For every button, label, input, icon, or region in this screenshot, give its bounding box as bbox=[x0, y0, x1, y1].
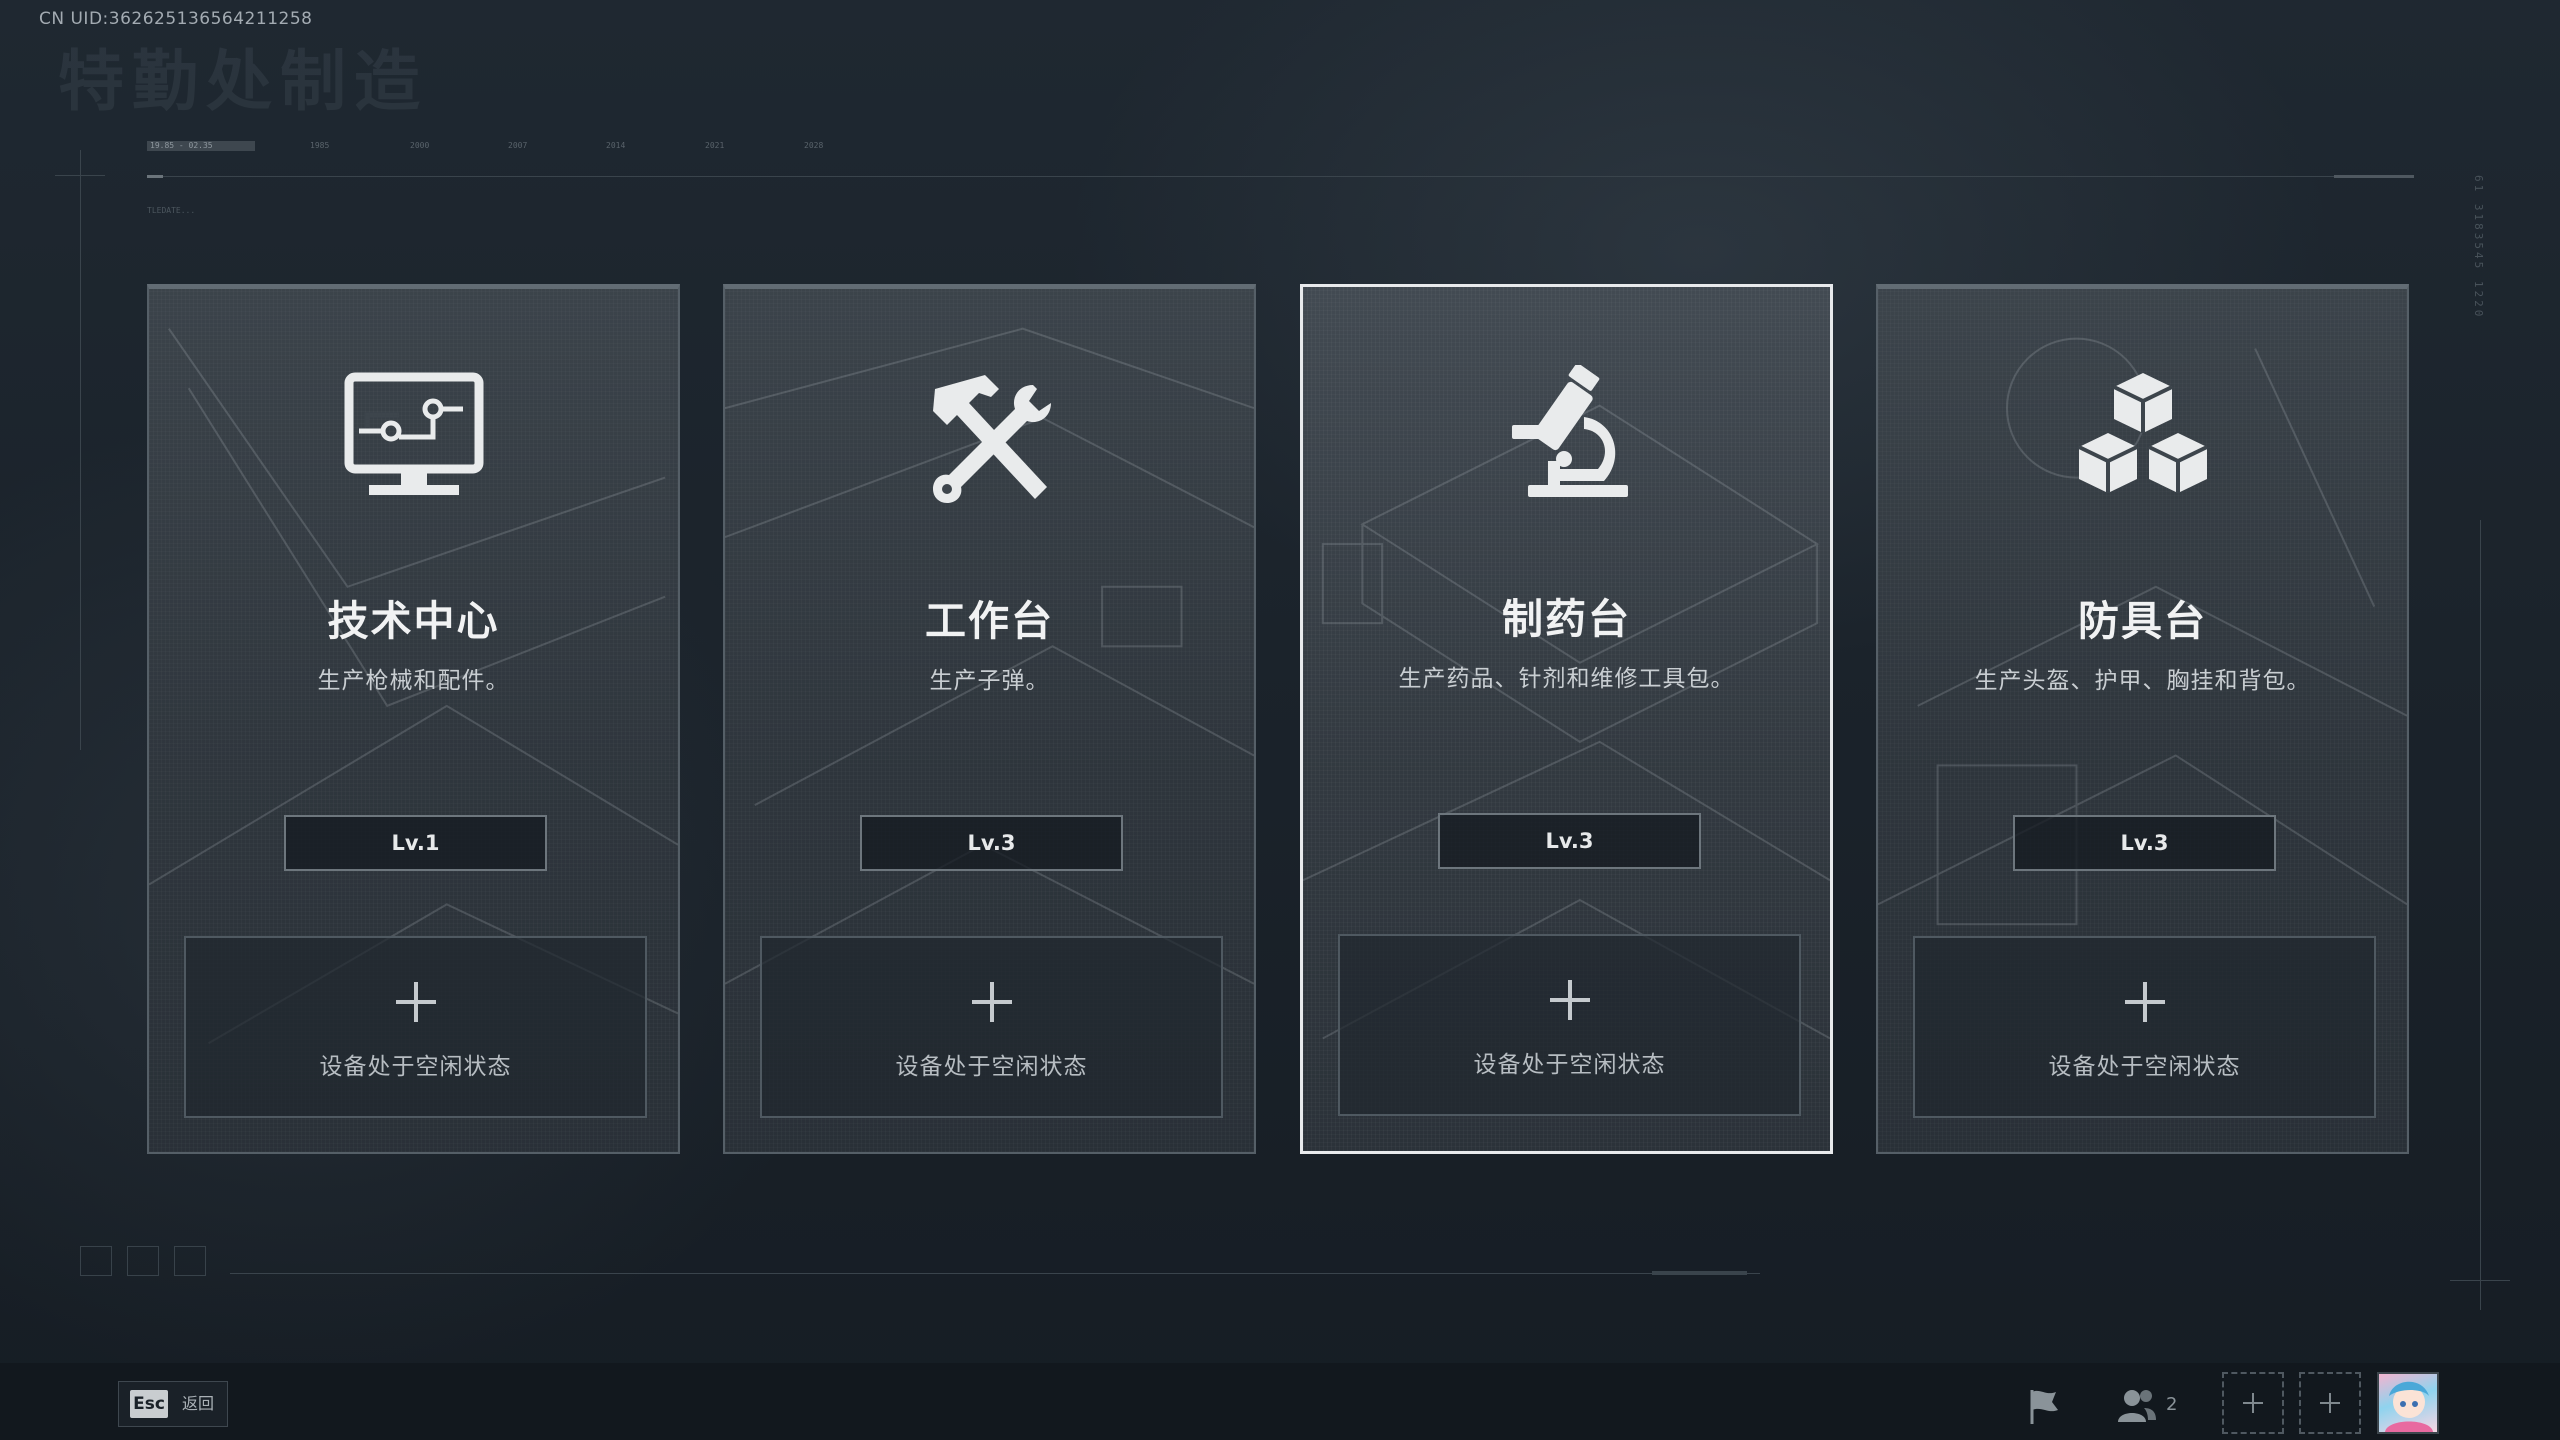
back-label: 返回 bbox=[182, 1394, 215, 1413]
facility-level-badge: Lv.3 bbox=[2013, 815, 2276, 871]
computer-monitor-icon bbox=[344, 372, 483, 495]
invite-slot-button[interactable] bbox=[2222, 1372, 2284, 1434]
team-count: 2 bbox=[2166, 1394, 2178, 1415]
facility-name: 制药台 bbox=[1502, 595, 1631, 643]
back-button[interactable]: Esc 返回 bbox=[118, 1381, 228, 1427]
decor-box bbox=[127, 1246, 159, 1276]
timeline-sub-label: TLEDATE... bbox=[147, 206, 196, 215]
flag-icon[interactable] bbox=[2020, 1382, 2068, 1430]
team-button[interactable]: 2 bbox=[2114, 1382, 2194, 1430]
facility-description: 生产子弹。 bbox=[929, 668, 1050, 694]
timeline-end-marker bbox=[2334, 175, 2414, 178]
production-slot[interactable]: 设备处于空闲状态 bbox=[1338, 934, 1801, 1116]
avatar-image bbox=[2385, 1381, 2433, 1432]
side-serial-code: 61 3183545 1220 bbox=[2472, 175, 2485, 320]
hammer-wrench-icon bbox=[932, 375, 1051, 503]
slot-status: 设备处于空闲状态 bbox=[2048, 1054, 2241, 1080]
facility-description: 生产枪械和配件。 bbox=[317, 668, 510, 694]
background-watermark-title: 特勤处制造 bbox=[58, 43, 428, 120]
timeline-year: 2000 bbox=[410, 141, 430, 150]
production-slot[interactable]: 设备处于空闲状态 bbox=[184, 936, 647, 1118]
facility-name: 工作台 bbox=[925, 597, 1054, 645]
slot-status: 设备处于空闲状态 bbox=[319, 1054, 512, 1080]
add-icon bbox=[395, 982, 436, 1022]
facility-description: 生产药品、针剂和维修工具包。 bbox=[1398, 666, 1735, 692]
add-icon bbox=[1549, 980, 1590, 1020]
right-frame-tick bbox=[2450, 1280, 2510, 1281]
player-uid: CN UID:362625136564211258 bbox=[39, 9, 313, 29]
timeline-year: 2007 bbox=[508, 141, 528, 150]
invite-slot-button[interactable] bbox=[2299, 1372, 2361, 1434]
decor-box bbox=[80, 1246, 112, 1276]
left-frame-tick bbox=[55, 175, 105, 176]
left-frame-line bbox=[80, 150, 81, 750]
add-icon bbox=[2124, 982, 2165, 1022]
slot-status: 设备处于空闲状态 bbox=[1473, 1052, 1666, 1078]
timeline-year: 2021 bbox=[705, 141, 725, 150]
bottom-frame-line bbox=[230, 1273, 1760, 1274]
production-slot[interactable]: 设备处于空闲状态 bbox=[1913, 936, 2376, 1118]
facility-card-pharmacy[interactable]: 制药台 生产药品、针剂和维修工具包。 Lv.3 设备处于空闲状态 bbox=[1300, 284, 1833, 1154]
avatar[interactable] bbox=[2377, 1372, 2439, 1434]
timeline-start-marker bbox=[147, 175, 163, 178]
esc-key-hint: Esc bbox=[130, 1390, 168, 1418]
stacked-cubes-icon bbox=[2077, 373, 2208, 493]
timeline-year: 2014 bbox=[606, 141, 626, 150]
right-frame-line bbox=[2480, 520, 2481, 1310]
slot-status: 设备处于空闲状态 bbox=[895, 1054, 1088, 1080]
add-icon bbox=[971, 982, 1012, 1022]
facility-name: 防具台 bbox=[2078, 597, 2207, 645]
timeline-rule bbox=[147, 176, 2413, 177]
facility-card-armor-bench[interactable]: 防具台 生产头盔、护甲、胸挂和背包。 Lv.3 设备处于空闲状态 bbox=[1876, 284, 2409, 1154]
facility-name: 技术中心 bbox=[327, 597, 500, 645]
production-slot[interactable]: 设备处于空闲状态 bbox=[760, 936, 1223, 1118]
bottom-frame-marker bbox=[1652, 1271, 1747, 1275]
facility-level-badge: Lv.3 bbox=[860, 815, 1123, 871]
facility-level-badge: Lv.1 bbox=[284, 815, 547, 871]
facility-card-tech-center[interactable]: 技术中心 生产枪械和配件。 Lv.1 设备处于空闲状态 bbox=[147, 284, 680, 1154]
facility-card-workbench[interactable]: 工作台 生产子弹。 Lv.3 设备处于空闲状态 bbox=[723, 284, 1256, 1154]
timeline-year: 1985 bbox=[310, 141, 330, 150]
facility-description: 生产头盔、护甲、胸挂和背包。 bbox=[1974, 668, 2311, 694]
timeline-range-label: 19.85 - 02.35 bbox=[150, 141, 213, 150]
manufacturing-screen: CN UID:362625136564211258 特勤处制造 19.85 - … bbox=[0, 0, 2560, 1440]
team-members-icon bbox=[2118, 1390, 2156, 1422]
microscope-icon bbox=[1511, 365, 1628, 497]
timeline-year: 2028 bbox=[804, 141, 824, 150]
facility-level-badge: Lv.3 bbox=[1438, 813, 1701, 869]
decor-box bbox=[174, 1246, 206, 1276]
